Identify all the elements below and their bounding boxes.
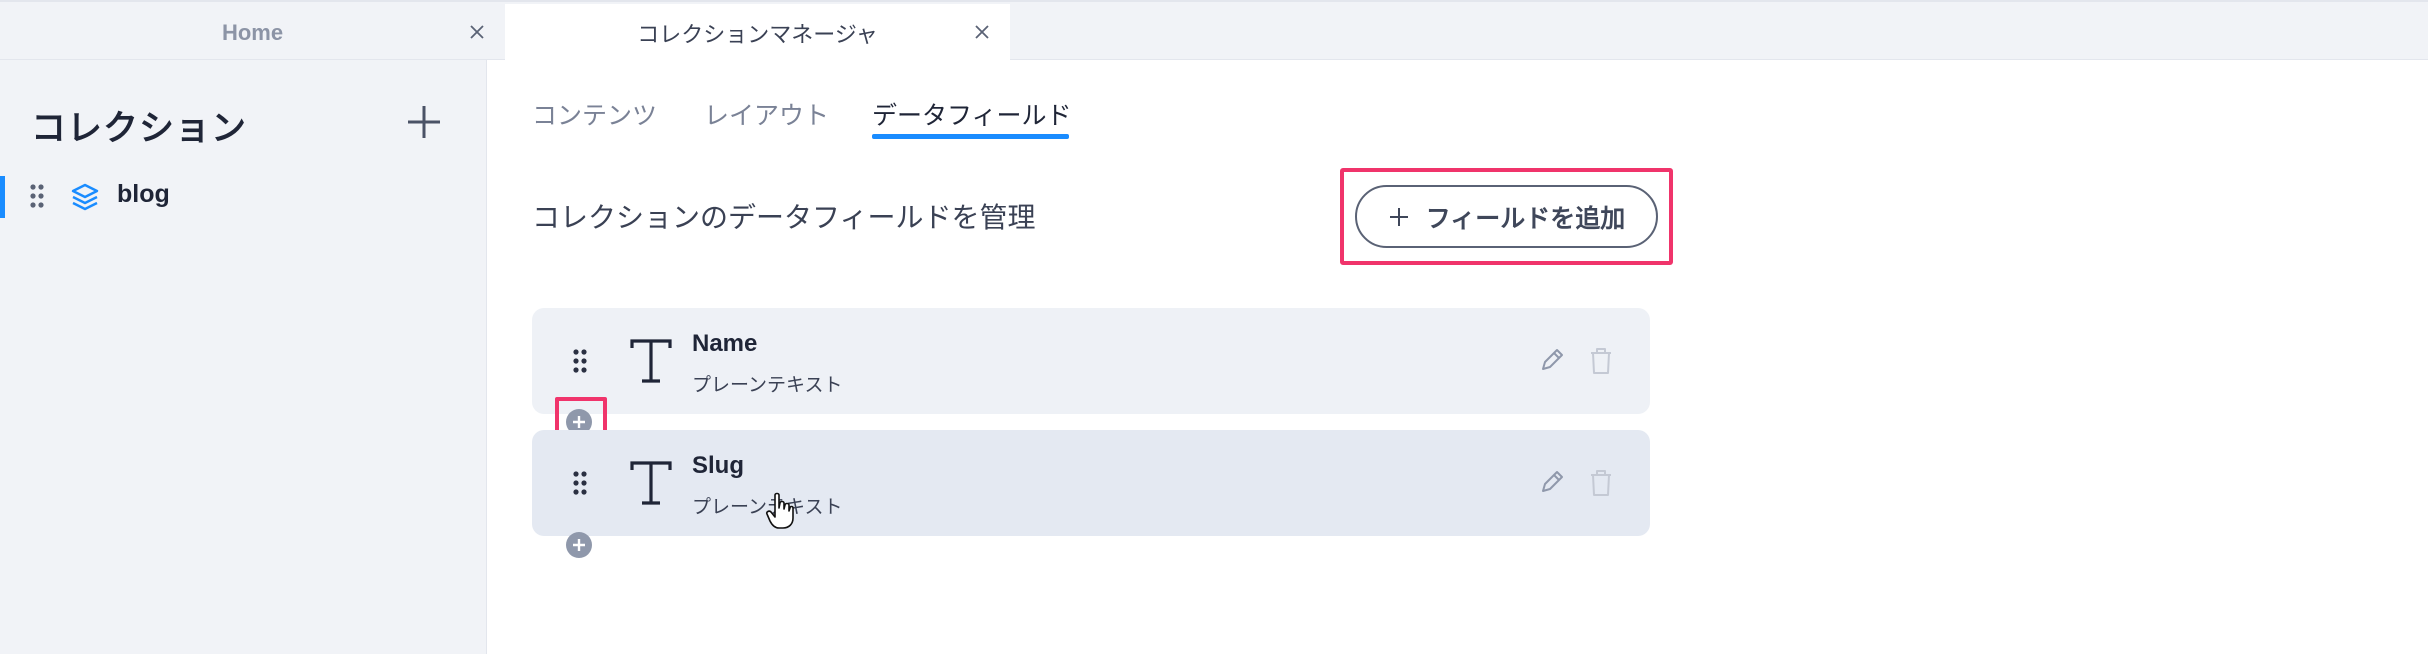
insert-field-button[interactable]	[566, 532, 592, 558]
plus-icon	[573, 539, 585, 551]
tab-home-label: Home	[221, 19, 284, 45]
sidebar-item-blog[interactable]: blog	[0, 172, 487, 220]
drag-handle-icon[interactable]	[572, 348, 588, 374]
pencil-icon[interactable]	[1538, 346, 1566, 374]
text-type-icon	[630, 461, 672, 505]
field-name: Slug	[692, 452, 744, 479]
trash-icon[interactable]	[1588, 468, 1614, 498]
page-subtitle: コレクションのデータフィールドを管理	[532, 201, 1036, 234]
tab-collection-manager-label: コレクションマネージャ	[637, 23, 878, 48]
tab-layout[interactable]: レイアウト	[704, 96, 829, 132]
hand-pointer-icon	[766, 492, 794, 529]
plus-icon	[573, 416, 585, 428]
tab-home[interactable]: Home	[0, 4, 505, 61]
sidebar-title: コレクション	[31, 109, 248, 149]
sidebar-item-label: blog	[117, 180, 170, 208]
add-field-button[interactable]: フィールドを追加	[1355, 185, 1658, 248]
trash-icon[interactable]	[1588, 346, 1614, 376]
tab-contents[interactable]: コンテンツ	[532, 96, 657, 132]
sidebar: コレクション blog	[0, 60, 487, 654]
layers-icon	[71, 183, 99, 211]
drag-handle-icon[interactable]	[572, 470, 588, 496]
close-icon[interactable]	[465, 20, 489, 44]
add-field-label: フィールドを追加	[1425, 203, 1626, 233]
selected-indicator	[0, 176, 5, 218]
field-row-slug[interactable]: Slug プレーンテキスト	[532, 430, 1650, 536]
active-tab-underline	[872, 134, 1069, 139]
plus-icon	[1389, 207, 1408, 226]
drag-handle-icon[interactable]	[28, 182, 46, 210]
field-row-name[interactable]: Name プレーンテキスト	[532, 308, 1650, 414]
add-collection-button[interactable]	[404, 102, 444, 142]
tab-bar: Home コレクションマネージャ	[0, 0, 2428, 62]
field-name: Name	[692, 330, 758, 357]
tab-collection-manager[interactable]: コレクションマネージャ	[505, 4, 1010, 62]
pencil-icon[interactable]	[1538, 468, 1566, 496]
close-icon[interactable]	[970, 20, 994, 44]
tab-data-fields[interactable]: データフィールド	[872, 96, 1072, 132]
text-type-icon	[630, 339, 672, 383]
field-type: プレーンテキスト	[692, 374, 843, 396]
